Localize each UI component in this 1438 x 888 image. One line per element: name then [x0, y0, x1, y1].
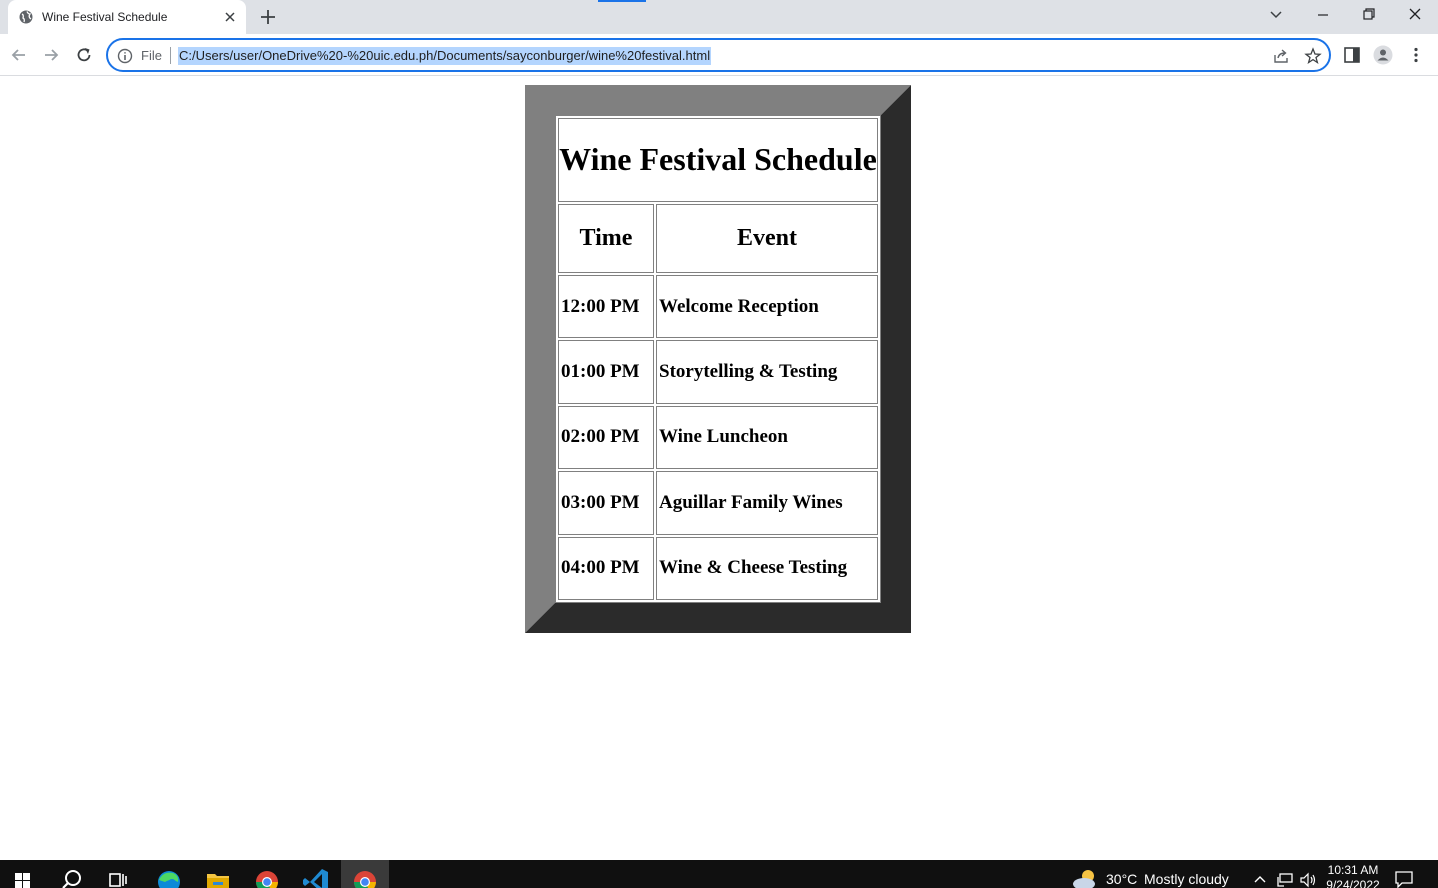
close-window-icon[interactable] [1403, 5, 1427, 25]
table-row: 02:00 PM Wine Luncheon [558, 405, 878, 470]
restore-icon[interactable] [1357, 5, 1381, 25]
event-cell: Aguillar Family Wines [656, 471, 878, 535]
clock-date: 9/24/2022 [1326, 878, 1380, 888]
time-cell: 01:00 PM [558, 340, 654, 404]
schedule-table-frame: Wine Festival Schedule Time Event 12:00 … [525, 85, 911, 633]
column-header-event: Event [656, 203, 878, 273]
table-row: 03:00 PM Aguillar Family Wines [558, 471, 878, 535]
table-row: 04:00 PM Wine & Cheese Testing [558, 536, 878, 600]
back-icon[interactable] [9, 45, 29, 65]
windows-start-icon[interactable] [0, 860, 48, 888]
search-icon[interactable] [48, 860, 96, 888]
weather-condition[interactable]: Mostly cloudy [1144, 871, 1229, 887]
table-caption: Wine Festival Schedule [558, 118, 878, 202]
table-row: 01:00 PM Storytelling & Testing [558, 340, 878, 404]
tab-title: Wine Festival Schedule [42, 10, 168, 24]
time-cell: 02:00 PM [558, 405, 654, 470]
forward-icon[interactable] [41, 45, 61, 65]
event-cell: Wine Luncheon [656, 405, 878, 470]
tab-strip: Wine Festival Schedule [0, 0, 1438, 34]
browser-toolbar: File C:/Users/user/OneDrive%20-%20uic.ed… [0, 34, 1438, 76]
url-text[interactable]: C:/Users/user/OneDrive%20-%20uic.edu.ph/… [178, 47, 712, 65]
side-panel-icon[interactable] [1342, 45, 1362, 65]
event-cell: Storytelling & Testing [656, 340, 878, 404]
cloudy-weather-icon [1073, 870, 1095, 888]
windows-taskbar: 30°C Mostly cloudy 10:31 AM 9/24/2022 [0, 860, 1438, 888]
clock-time: 10:31 AM [1327, 863, 1379, 877]
caption-row: Wine Festival Schedule [558, 118, 878, 202]
vscode-icon[interactable] [292, 860, 340, 888]
share-icon[interactable] [1272, 47, 1290, 65]
time-cell: 04:00 PM [558, 536, 654, 600]
schedule-table: Wine Festival Schedule Time Event 12:00 … [555, 115, 881, 603]
edge-icon[interactable] [145, 860, 193, 888]
address-divider [170, 47, 171, 64]
browser-tab[interactable]: Wine Festival Schedule [8, 0, 246, 34]
column-header-time: Time [558, 203, 654, 273]
file-explorer-icon[interactable] [194, 860, 242, 888]
close-tab-icon[interactable] [222, 9, 238, 25]
network-icon[interactable] [1276, 872, 1294, 888]
bookmark-star-icon[interactable] [1304, 47, 1322, 65]
chrome-icon[interactable] [243, 860, 291, 888]
info-icon[interactable] [117, 48, 133, 64]
notification-icon[interactable] [1394, 870, 1414, 888]
reload-icon[interactable] [74, 45, 94, 65]
header-row: Time Event [558, 203, 878, 273]
time-cell: 12:00 PM [558, 274, 654, 339]
weather-temperature[interactable]: 30°C [1106, 871, 1137, 887]
task-view-icon[interactable] [94, 860, 142, 888]
address-bar[interactable]: File C:/Users/user/OneDrive%20-%20uic.ed… [106, 38, 1331, 72]
system-clock[interactable]: 10:31 AM 9/24/2022 [1320, 863, 1386, 888]
chrome-active-icon[interactable] [341, 860, 389, 888]
tab-search-icon[interactable] [1264, 5, 1288, 25]
chevron-up-icon[interactable] [1253, 874, 1267, 884]
event-cell: Wine & Cheese Testing [656, 536, 878, 600]
minimize-icon[interactable] [1311, 5, 1335, 25]
scheme-label: File [141, 48, 162, 63]
menu-kebab-icon[interactable] [1406, 45, 1426, 65]
event-cell: Welcome Reception [656, 274, 878, 339]
profile-avatar-icon[interactable] [1373, 45, 1393, 65]
new-tab-icon[interactable] [258, 7, 278, 27]
volume-icon[interactable] [1299, 872, 1317, 888]
globe-icon [19, 10, 33, 24]
tab-drag-indicator [598, 0, 646, 2]
table-row: 12:00 PM Welcome Reception [558, 274, 878, 339]
time-cell: 03:00 PM [558, 471, 654, 535]
